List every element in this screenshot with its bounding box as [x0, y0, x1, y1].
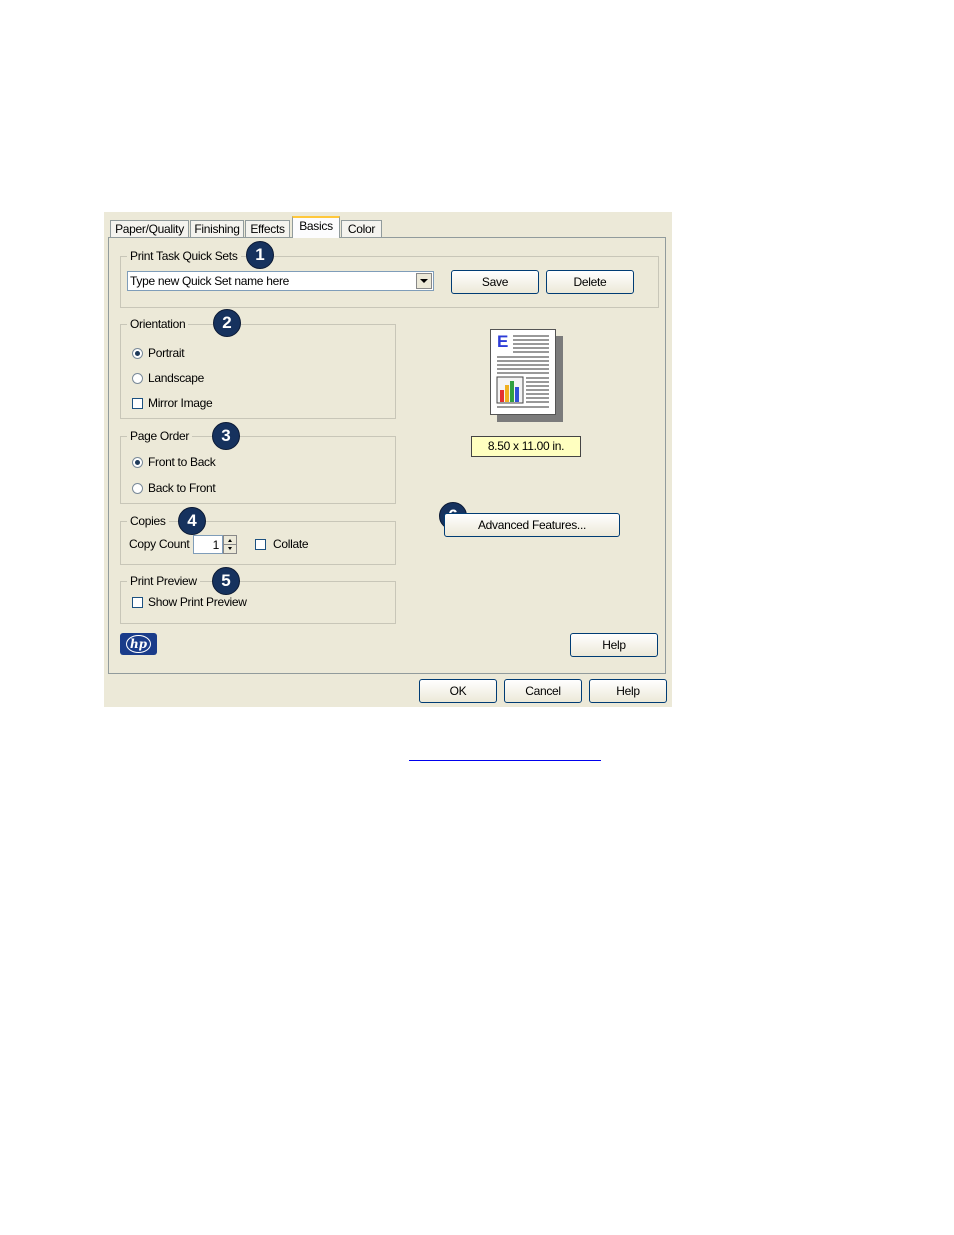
tab-color[interactable]: Color: [341, 220, 382, 237]
orientation-legend: Orientation: [127, 317, 189, 331]
tab-basics[interactable]: Basics: [292, 216, 340, 238]
help-button[interactable]: Help: [589, 679, 667, 703]
front-to-back-label[interactable]: Front to Back: [148, 455, 216, 469]
copy-count-label: Copy Count: [129, 537, 190, 551]
back-to-front-label[interactable]: Back to Front: [148, 481, 216, 495]
combobox-dropdown-button[interactable]: [416, 273, 432, 289]
tab-paper-quality[interactable]: Paper/Quality: [110, 220, 189, 237]
callout-badge-3: 3: [212, 422, 240, 450]
collate-checkbox[interactable]: [255, 539, 266, 550]
page-order-legend: Page Order: [127, 429, 193, 443]
hp-logo-mark: hp: [126, 635, 151, 653]
show-print-preview-label[interactable]: Show Print Preview: [148, 595, 247, 609]
paper-size-label: 8.50 x 11.00 in.: [471, 436, 581, 457]
tab-finishing[interactable]: Finishing: [190, 220, 244, 237]
back-to-front-radio[interactable]: [132, 483, 143, 494]
hyperlink-underline[interactable]: [409, 760, 601, 761]
copy-count-value[interactable]: 1: [213, 538, 220, 552]
mirror-image-checkbox[interactable]: [132, 398, 143, 409]
show-print-preview-checkbox[interactable]: [132, 597, 143, 608]
spinner-arrows-icon[interactable]: [224, 536, 236, 553]
page-order-group: Page Order 3 Front to Back Back to Front: [120, 422, 396, 504]
copy-count-spinner[interactable]: [223, 535, 237, 554]
quick-sets-legend: Print Task Quick Sets: [127, 249, 241, 263]
portrait-label[interactable]: Portrait: [148, 346, 185, 360]
landscape-label[interactable]: Landscape: [148, 371, 204, 385]
chevron-down-icon: [420, 279, 428, 283]
tab-effects[interactable]: Effects: [245, 220, 290, 237]
callout-badge-2: 2: [213, 309, 241, 337]
quick-sets-group: Print Task Quick Sets 1 Type new Quick S…: [120, 241, 659, 308]
hp-logo: hp: [120, 633, 157, 655]
delete-button[interactable]: Delete: [546, 270, 634, 294]
page-preview: E: [490, 329, 556, 415]
copies-group: Copies 4 Copy Count 1 Collate: [120, 507, 396, 565]
front-to-back-radio[interactable]: [132, 457, 143, 468]
advanced-features-button[interactable]: Advanced Features...: [444, 513, 620, 537]
help-button-inner[interactable]: Help: [570, 633, 658, 657]
quick-set-name-value[interactable]: Type new Quick Set name here: [130, 274, 289, 288]
print-preview-legend: Print Preview: [127, 574, 200, 588]
cancel-button[interactable]: Cancel: [504, 679, 582, 703]
printer-properties-dialog: Paper/Quality Finishing Effects Basics C…: [104, 212, 672, 707]
callout-badge-1: 1: [246, 241, 274, 269]
quick-set-name-combobox[interactable]: Type new Quick Set name here: [127, 271, 434, 291]
print-preview-group: Print Preview 5 Show Print Preview: [120, 567, 396, 624]
basics-tab-panel: Print Task Quick Sets 1 Type new Quick S…: [108, 237, 666, 674]
save-button[interactable]: Save: [451, 270, 539, 294]
ok-button[interactable]: OK: [419, 679, 497, 703]
collate-label[interactable]: Collate: [273, 537, 309, 551]
callout-badge-4: 4: [178, 507, 206, 535]
orientation-group: Orientation 2 Portrait Landscape Mirror …: [120, 309, 396, 419]
page-preview-graphic-icon: [496, 335, 549, 408]
copy-count-input[interactable]: 1: [193, 535, 223, 554]
callout-badge-5: 5: [212, 567, 240, 595]
portrait-radio[interactable]: [132, 348, 143, 359]
landscape-radio[interactable]: [132, 373, 143, 384]
mirror-image-label[interactable]: Mirror Image: [148, 396, 213, 410]
copies-legend: Copies: [127, 514, 169, 528]
